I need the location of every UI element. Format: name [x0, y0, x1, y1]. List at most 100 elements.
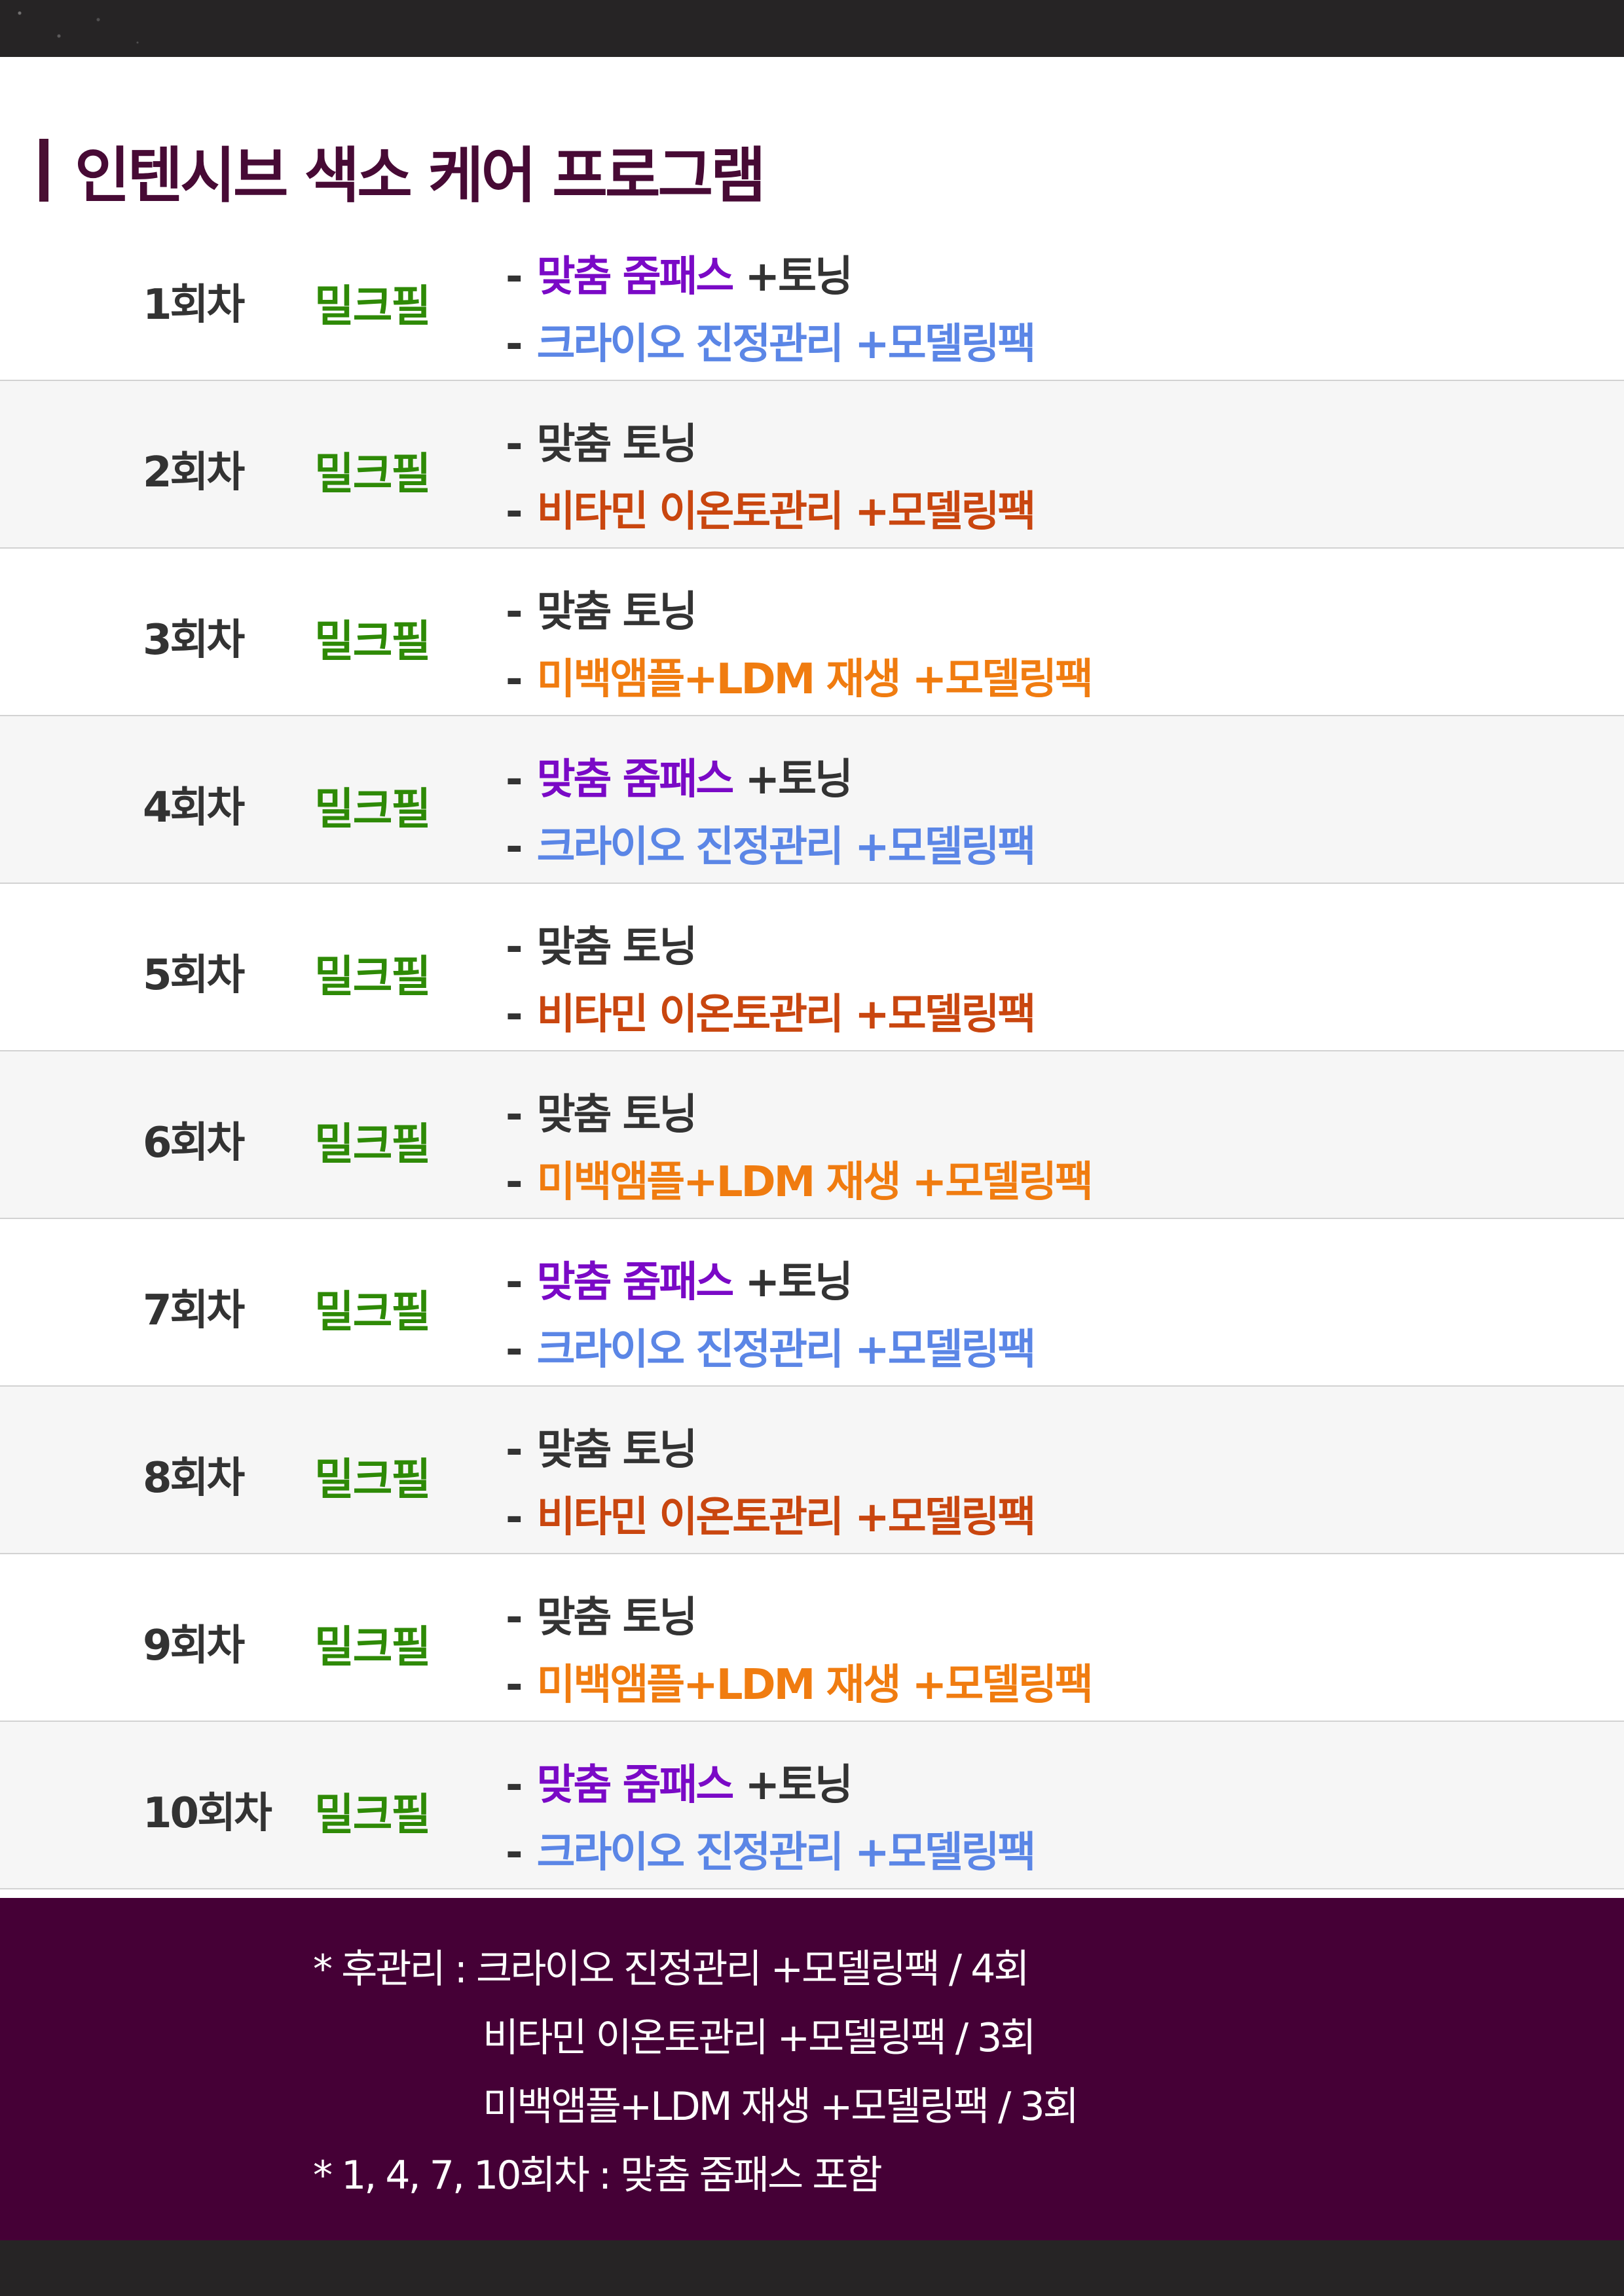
treatment-text: 맞춤 토닝: [536, 1594, 698, 1642]
session-number: 3회차: [143, 616, 245, 665]
session-treatment-secondary: - 미백앰플+LDM 재생 +모델링팩: [506, 646, 1094, 706]
list-dash: -: [506, 1594, 523, 1642]
treatment-text: 맞춤 토닝: [536, 1091, 698, 1139]
session-treatment-secondary: - 크라이오 진정관리 +모델링팩: [506, 813, 1037, 873]
treatment-text: 미백앰플+LDM 재생 +모델링팩: [536, 655, 1094, 704]
session-treatment-primary: - 맞춤 토닝: [506, 410, 698, 471]
treatment-text: 맞춤 줌패스: [536, 1258, 735, 1307]
top-banner-band: [0, 0, 1624, 57]
session-peel: 밀크필: [314, 951, 431, 1002]
treatment-text: 맞춤 토닝: [536, 588, 698, 636]
session-treatment-secondary: - 크라이오 진정관리 +모델링팩: [506, 310, 1037, 371]
session-peel: 밀크필: [314, 1454, 431, 1504]
session-peel: 밀크필: [314, 1119, 431, 1169]
treatment-text: 비타민 이온토관리 +모델링팩: [536, 488, 1037, 536]
list-dash: -: [506, 756, 523, 804]
session-treatment-primary: - 맞춤 줌패스 +토닝: [506, 1248, 853, 1309]
session-treatment-primary: - 맞춤 줌패스 +토닝: [506, 243, 853, 303]
treatment-text: 크라이오 진정관리 +모델링팩: [536, 1326, 1037, 1374]
list-dash: -: [506, 1326, 523, 1374]
session-number: 5회차: [143, 951, 245, 1000]
session-peel: 밀크필: [314, 1789, 431, 1840]
session-number: 9회차: [143, 1622, 245, 1670]
session-list: 1회차 밀크필 - 맞춤 줌패스 +토닝 - 크라이오 진정관리 +모델링팩 2회차 밀크필 -…: [0, 213, 1624, 1889]
session-treatment-secondary: - 비타민 이온토관리 +모델링팩: [506, 478, 1037, 538]
session-treatment-secondary: - 비타민 이온토관리 +모델링팩: [506, 981, 1037, 1041]
page-title: 인텐시브 색소 케어 프로그램: [75, 140, 766, 211]
list-dash: -: [506, 923, 523, 972]
session-row: 5회차 밀크필 - 맞춤 토닝 - 비타민 이온토관리 +모델링팩: [0, 884, 1624, 1051]
session-treatment-primary: - 맞춤 줌패스 +토닝: [506, 746, 853, 806]
session-peel: 밀크필: [314, 448, 431, 499]
list-dash: -: [506, 823, 523, 871]
treatment-text: 맞춤 토닝: [536, 420, 698, 469]
session-treatment-secondary: - 미백앰플+LDM 재생 +모델링팩: [506, 1148, 1094, 1209]
list-dash: -: [506, 588, 523, 636]
list-dash: -: [506, 1091, 523, 1139]
treatment-text: +토닝: [732, 1761, 853, 1810]
list-dash: -: [506, 1661, 523, 1709]
session-number: 1회차: [143, 281, 245, 329]
list-dash: -: [506, 1493, 523, 1542]
session-row: 2회차 밀크필 - 맞춤 토닝 - 비타민 이온토관리 +모델링팩: [0, 381, 1624, 549]
list-dash: -: [506, 1761, 523, 1810]
treatment-text: +토닝: [732, 253, 853, 301]
sparkle-decoration: [0, 0, 170, 57]
session-number: 8회차: [143, 1454, 245, 1503]
treatment-text: 미백앰플+LDM 재생 +모델링팩: [536, 1158, 1094, 1207]
session-row: 4회차 밀크필 - 맞춤 줌패스 +토닝 - 크라이오 진정관리 +모델링팩: [0, 716, 1624, 884]
session-treatment-primary: - 맞춤 토닝: [506, 1081, 698, 1141]
section-heading: 인텐시브 색소 케어 프로그램: [39, 134, 766, 211]
session-row: 1회차 밀크필 - 맞춤 줌패스 +토닝 - 크라이오 진정관리 +모델링팩: [0, 213, 1624, 381]
note-aftercare-vitamin: 비타민 이온토관리 +모델링팩 / 3회: [483, 2015, 1037, 2061]
list-dash: -: [506, 1158, 523, 1207]
session-row: 6회차 밀크필 - 맞춤 토닝 - 미백앰플+LDM 재생 +모델링팩: [0, 1051, 1624, 1219]
list-dash: -: [506, 655, 523, 704]
session-number: 7회차: [143, 1286, 245, 1335]
session-treatment-primary: - 맞춤 토닝: [506, 1416, 697, 1476]
treatment-text: +토닝: [732, 1258, 853, 1307]
list-dash: -: [506, 991, 523, 1039]
session-treatment-secondary: - 비타민 이온토관리 +모델링팩: [506, 1484, 1037, 1544]
note-aftercare-whitening: 미백앰플+LDM 재생 +모델링팩 / 3회: [483, 2084, 1079, 2130]
session-row: 8회차 밀크필 - 맞춤 토닝 - 비타민 이온토관리 +모델링팩: [0, 1387, 1624, 1554]
list-dash: -: [506, 1258, 523, 1307]
treatment-text: 맞춤 토닝: [536, 923, 698, 972]
session-treatment-secondary: - 크라이오 진정관리 +모델링팩: [506, 1316, 1037, 1376]
session-number: 10회차: [143, 1789, 272, 1838]
session-treatment-primary: - 맞춤 토닝: [506, 913, 698, 974]
treatment-text: 맞춤 줌패스: [536, 253, 735, 301]
session-peel: 밀크필: [314, 281, 431, 331]
session-peel: 밀크필: [314, 1286, 431, 1337]
session-peel: 밀크필: [314, 616, 431, 666]
session-treatment-primary: - 맞춤 토닝: [506, 578, 698, 638]
list-dash: -: [506, 1426, 523, 1474]
session-peel: 밀크필: [314, 784, 431, 834]
treatment-text: 크라이오 진정관리 +모델링팩: [536, 320, 1037, 369]
session-treatment-primary: - 맞춤 토닝: [506, 1584, 698, 1644]
session-row: 9회차 밀크필 - 맞춤 토닝 - 미백앰플+LDM 재생 +모델링팩: [0, 1554, 1624, 1722]
treatment-text: 비타민 이온토관리 +모델링팩: [536, 1493, 1037, 1542]
session-row: 10회차 밀크필 - 맞춤 줌패스 +토닝 - 크라이오 진정관리 +모델링팩: [0, 1722, 1624, 1889]
list-dash: -: [506, 1829, 523, 1877]
treatment-text: +토닝: [732, 756, 853, 804]
heading-accent-bar: [39, 139, 48, 202]
list-dash: -: [506, 320, 523, 369]
list-dash: -: [506, 253, 523, 301]
aftercare-notes: * 후관리 : 크라이오 진정관리 +모델링팩 / 4회 비타민 이온토관리 +…: [0, 1898, 1624, 2240]
note-zoompass-included: * 1, 4, 7, 10회차 : 맞춤 줌패스 포함: [313, 2153, 883, 2198]
list-dash: -: [506, 420, 523, 469]
treatment-text: 미백앰플+LDM 재생 +모델링팩: [536, 1661, 1094, 1709]
treatment-text: 크라이오 진정관리 +모델링팩: [536, 1829, 1037, 1877]
session-row: 3회차 밀크필 - 맞춤 토닝 - 미백앰플+LDM 재생 +모델링팩: [0, 549, 1624, 716]
treatment-text: 맞춤 줌패스: [536, 756, 735, 804]
list-dash: -: [506, 488, 523, 536]
session-treatment-primary: - 맞춤 줌패스 +토닝: [506, 1751, 853, 1812]
session-number: 2회차: [143, 448, 245, 497]
session-treatment-secondary: - 크라이오 진정관리 +모델링팩: [506, 1819, 1037, 1879]
session-row: 7회차 밀크필 - 맞춤 줌패스 +토닝 - 크라이오 진정관리 +모델링팩: [0, 1219, 1624, 1387]
session-treatment-secondary: - 미백앰플+LDM 재생 +모델링팩: [506, 1651, 1094, 1711]
treatment-text: 비타민 이온토관리 +모델링팩: [536, 991, 1037, 1039]
session-number: 6회차: [143, 1119, 245, 1167]
treatment-text: 크라이오 진정관리 +모델링팩: [536, 823, 1037, 871]
